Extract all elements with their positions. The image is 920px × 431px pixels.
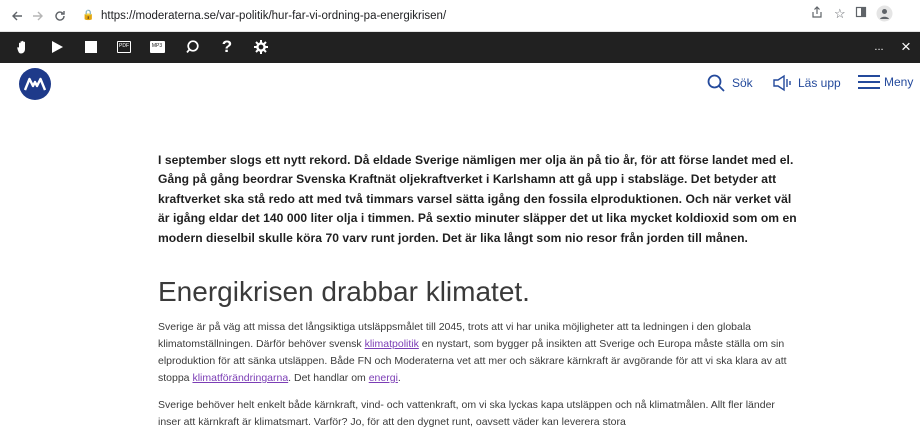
- more-button[interactable]: ...: [872, 36, 886, 58]
- help-icon[interactable]: ?: [221, 36, 233, 58]
- profile-avatar[interactable]: [876, 5, 893, 22]
- audio-file-icon[interactable]: MP3: [149, 36, 165, 58]
- browser-toolbar: 🔒 https://moderaterna.se/var-politik/hur…: [0, 0, 920, 32]
- speaker-icon: [773, 74, 791, 92]
- article-content: I september slogs ett nytt rekord. Då el…: [158, 151, 798, 431]
- close-toolbar-button[interactable]: ×: [899, 36, 913, 58]
- url-text[interactable]: https://moderaterna.se/var-politik/hur-f…: [101, 10, 446, 22]
- article-paragraph-2: Sverige behöver helt enkelt både kärnkra…: [158, 399, 775, 429]
- link-klimatforandringarna[interactable]: klimatförändringarna: [192, 372, 288, 384]
- moderaterna-logo[interactable]: [19, 68, 51, 100]
- link-klimatpolitik[interactable]: klimatpolitik: [365, 338, 419, 350]
- menu-button[interactable]: Meny: [858, 74, 913, 90]
- paragraph-text: .: [397, 372, 401, 385]
- article-paragraph-1: Sverige är på väg att missa det långsikt…: [158, 319, 798, 387]
- bookmark-star-icon[interactable]: ☆: [834, 6, 846, 22]
- section-heading: Energikrisen drabbar klimatet.: [158, 276, 530, 308]
- search-icon[interactable]: [186, 36, 200, 58]
- read-aloud-button[interactable]: Läs upp: [773, 74, 841, 92]
- address-bar[interactable]: 🔒 https://moderaterna.se/var-politik/hur…: [82, 5, 864, 27]
- search-icon: [707, 74, 725, 92]
- link-energi[interactable]: energi: [369, 372, 398, 384]
- settings-icon[interactable]: [254, 36, 268, 58]
- pdf-icon[interactable]: PDF: [117, 36, 131, 58]
- reload-icon: [55, 11, 65, 21]
- back-button[interactable]: [7, 6, 27, 26]
- search-button[interactable]: Sök: [707, 74, 753, 92]
- sidepanel-icon[interactable]: [855, 6, 867, 18]
- paragraph-text: . Det handlar om: [288, 372, 369, 385]
- read-aloud-label: Läs upp: [798, 76, 841, 90]
- search-label: Sök: [732, 76, 753, 90]
- hand-icon[interactable]: [16, 36, 30, 58]
- reload-button[interactable]: [50, 6, 70, 26]
- hamburger-icon: [858, 75, 880, 89]
- article-lead: I september slogs ett nytt rekord. Då el…: [158, 153, 797, 245]
- lock-icon: 🔒: [82, 10, 95, 21]
- forward-button[interactable]: [28, 6, 48, 26]
- menu-label: Meny: [884, 75, 914, 89]
- stop-icon[interactable]: [85, 36, 97, 58]
- accessibility-toolbar: PDF MP3 ? ... ×: [0, 32, 920, 63]
- share-icon[interactable]: [811, 6, 823, 18]
- arrow-left-icon: [12, 11, 22, 21]
- arrow-right-icon: [33, 11, 43, 21]
- play-icon[interactable]: [51, 36, 63, 58]
- site-header: Sök Läs upp Meny: [0, 63, 920, 105]
